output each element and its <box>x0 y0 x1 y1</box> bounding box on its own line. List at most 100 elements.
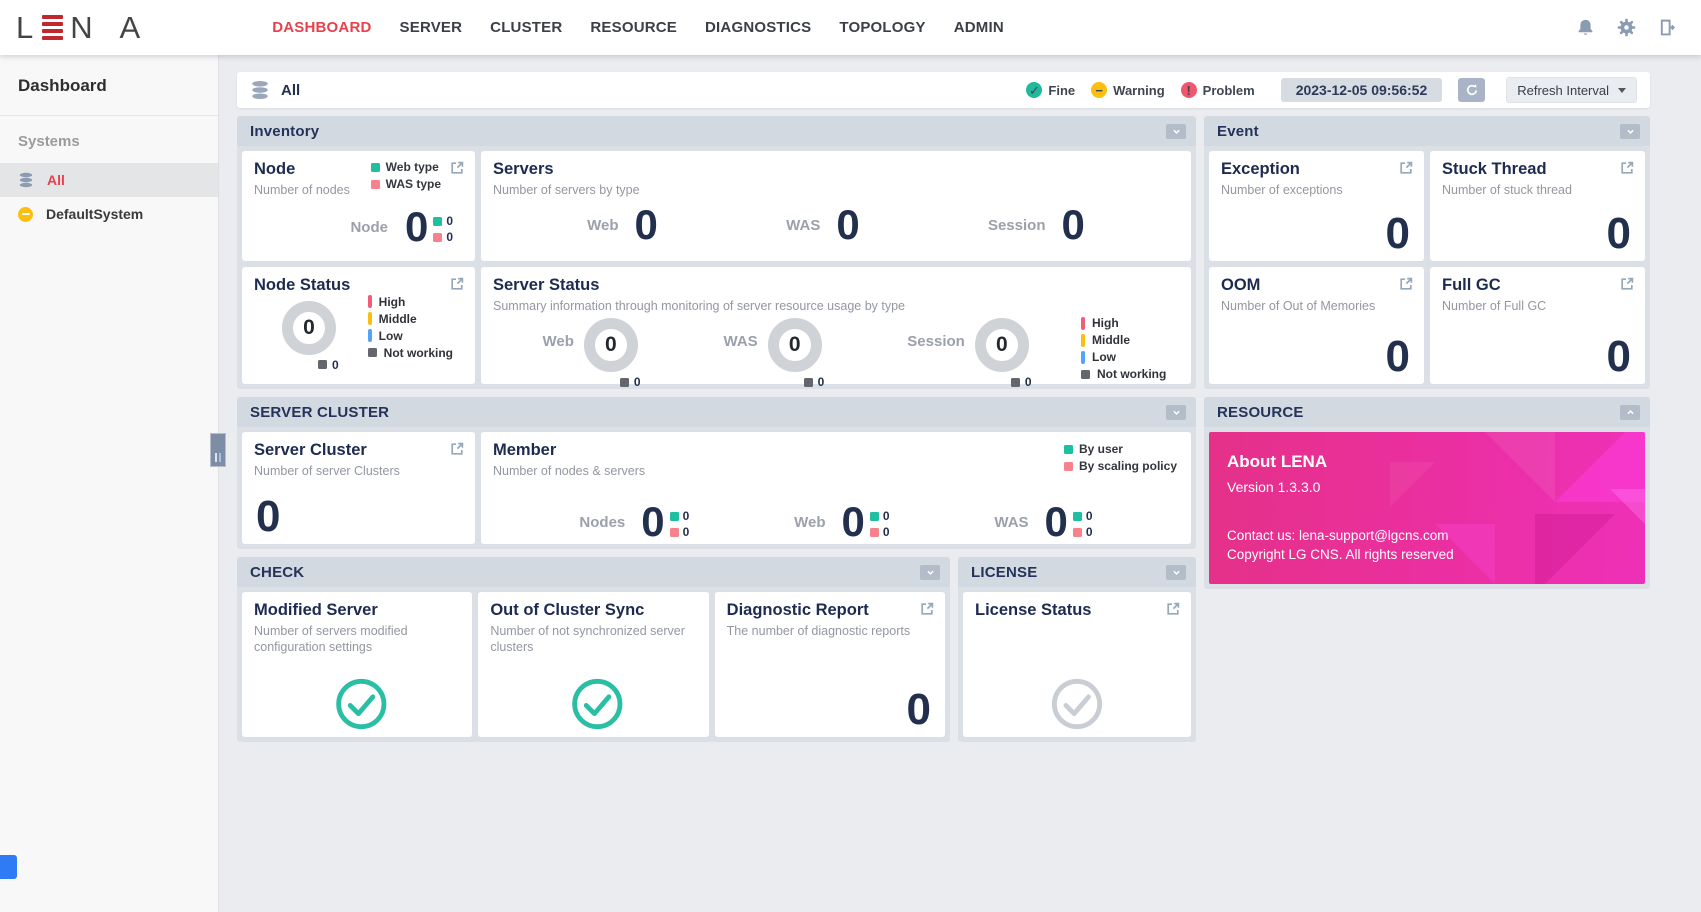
sidebar-item-all[interactable]: All <box>0 163 218 197</box>
collapse-button[interactable] <box>1166 124 1186 139</box>
card-subtitle: Number of server Clusters <box>254 463 463 479</box>
donut-chart: 0 <box>975 318 1029 372</box>
open-node-detail-icon[interactable] <box>449 160 465 176</box>
by-policy-count: 0 <box>1073 525 1093 539</box>
legend-fine: ✓ Fine <box>1026 82 1075 98</box>
card-server-status: Server Status Summary information throug… <box>481 267 1191 384</box>
collapse-button[interactable] <box>1620 124 1640 139</box>
nav-admin[interactable]: ADMIN <box>954 19 1004 36</box>
panel-title: CHECK <box>250 564 304 581</box>
collapse-button[interactable] <box>1620 405 1640 420</box>
open-node-status-icon[interactable] <box>449 276 465 292</box>
nav-diagnostics[interactable]: DIAGNOSTICS <box>705 19 811 36</box>
card-title: Servers <box>493 160 1179 179</box>
selected-system: All <box>250 80 300 100</box>
refresh-interval-dropdown[interactable]: Refresh Interval <box>1506 77 1637 103</box>
check-ok-icon <box>571 677 625 731</box>
not-working-count: 0 <box>620 375 641 389</box>
was-status-donut: WAS 0 0 <box>724 318 825 389</box>
notifications-bell-icon[interactable] <box>1576 18 1595 37</box>
oom-count: 0 <box>1386 337 1410 377</box>
legend-not-working: Not working <box>368 346 453 360</box>
card-title: Diagnostic Report <box>727 601 933 620</box>
not-working-count: 0 <box>318 358 339 372</box>
collapse-button[interactable] <box>1166 405 1186 420</box>
legend-fine-label: Fine <box>1048 83 1075 98</box>
panel-title: Inventory <box>250 123 319 140</box>
diagnostic-report-count: 0 <box>907 690 931 730</box>
sidebar-collapse-handle[interactable] <box>210 433 226 467</box>
node-status-donut: 0 0 <box>282 301 339 372</box>
sidebar-item-defaultsystem[interactable]: DefaultSystem <box>0 197 218 231</box>
legend-problem: ! Problem <box>1181 82 1255 98</box>
collapse-button[interactable] <box>1166 565 1186 580</box>
logo-letters-na: N A <box>70 10 150 46</box>
card-license-status: License Status <box>963 592 1191 737</box>
card-subtitle: Number of nodes <box>254 182 350 198</box>
sidebar: Dashboard Systems All DefaultSystem <box>0 55 219 912</box>
card-title: Node Status <box>254 276 463 295</box>
lena-logo[interactable]: L N A <box>16 10 150 46</box>
legend-by-user: By user <box>1064 442 1177 456</box>
logo-letter-l: L <box>16 10 35 46</box>
triangle-pattern <box>1390 462 1435 507</box>
chevron-down-icon <box>1171 407 1182 418</box>
check-neutral-icon <box>1050 677 1104 731</box>
logout-icon[interactable] <box>1658 18 1677 37</box>
sidebar-item-label: All <box>47 172 65 188</box>
session-servers-metric: Session 0 <box>988 206 1085 244</box>
panel-server-cluster: SERVER CLUSTER Server Cluster Number of … <box>237 397 1196 549</box>
card-title: Out of Cluster Sync <box>490 601 696 620</box>
selected-system-label: All <box>281 82 300 99</box>
bottom-left-widget[interactable] <box>0 855 17 879</box>
server-cluster-count: 0 <box>256 497 280 537</box>
card-full-gc: Full GC Number of Full GC 0 <box>1430 267 1645 384</box>
open-license-status-icon[interactable] <box>1165 601 1181 617</box>
chevron-up-icon <box>1625 407 1636 418</box>
donut-chart: 0 <box>282 301 336 355</box>
legend-low: Low <box>1081 350 1179 364</box>
not-working-count: 0 <box>804 375 825 389</box>
open-stuck-thread-icon[interactable] <box>1619 160 1635 176</box>
full-gc-count: 0 <box>1607 337 1631 377</box>
last-refresh-timestamp: 2023-12-05 09:56:52 <box>1281 78 1443 102</box>
web-status-donut: Web 0 0 <box>542 318 640 389</box>
card-stuck-thread: Stuck Thread Number of stuck thread 0 <box>1430 151 1645 261</box>
open-full-gc-icon[interactable] <box>1619 276 1635 292</box>
triangle-pattern <box>1435 524 1495 584</box>
panel-inventory: Inventory Node Number of nodes <box>237 116 1196 389</box>
chevron-down-icon <box>1618 88 1626 93</box>
card-node: Node Number of nodes Web type WAS type <box>242 151 475 261</box>
main-content: All ✓ Fine − Warning ! Problem 2023-12-0… <box>218 55 1701 912</box>
database-icon <box>250 80 270 100</box>
collapse-button[interactable] <box>920 565 940 580</box>
was-type-swatch <box>371 180 380 189</box>
refresh-button[interactable] <box>1458 78 1485 102</box>
refresh-icon <box>1465 83 1479 97</box>
panel-check: CHECK Modified Server Number of servers … <box>237 557 950 742</box>
nav-topology[interactable]: TOPOLOGY <box>839 19 925 36</box>
card-diagnostic-report: Diagnostic Report The number of diagnost… <box>715 592 945 737</box>
chevron-down-icon <box>1625 126 1636 137</box>
card-title: Server Status <box>493 276 1179 295</box>
panel-title: RESOURCE <box>1217 404 1304 421</box>
nav-server[interactable]: SERVER <box>400 19 463 36</box>
nav-dashboard[interactable]: DASHBOARD <box>272 19 371 36</box>
card-title: Server Cluster <box>254 441 463 460</box>
open-diagnostic-report-icon[interactable] <box>919 601 935 617</box>
was-member-metric: WAS 0 0 0 <box>994 503 1092 541</box>
open-server-cluster-icon[interactable] <box>449 441 465 457</box>
nav-cluster[interactable]: CLUSTER <box>490 19 562 36</box>
legend-low: Low <box>368 329 453 343</box>
settings-gear-icon[interactable] <box>1617 18 1636 37</box>
card-subtitle: Number of exceptions <box>1221 182 1412 198</box>
open-exception-icon[interactable] <box>1398 160 1414 176</box>
card-subtitle: The number of diagnostic reports <box>727 623 933 639</box>
not-working-count: 0 <box>1011 375 1032 389</box>
card-subtitle: Number of servers modified configuration… <box>254 623 460 656</box>
card-out-of-cluster-sync: Out of Cluster Sync Number of not synchr… <box>478 592 708 737</box>
metric-label: Node <box>350 219 388 236</box>
nav-resource[interactable]: RESOURCE <box>590 19 677 36</box>
donut-chart: 0 <box>768 318 822 372</box>
open-oom-icon[interactable] <box>1398 276 1414 292</box>
